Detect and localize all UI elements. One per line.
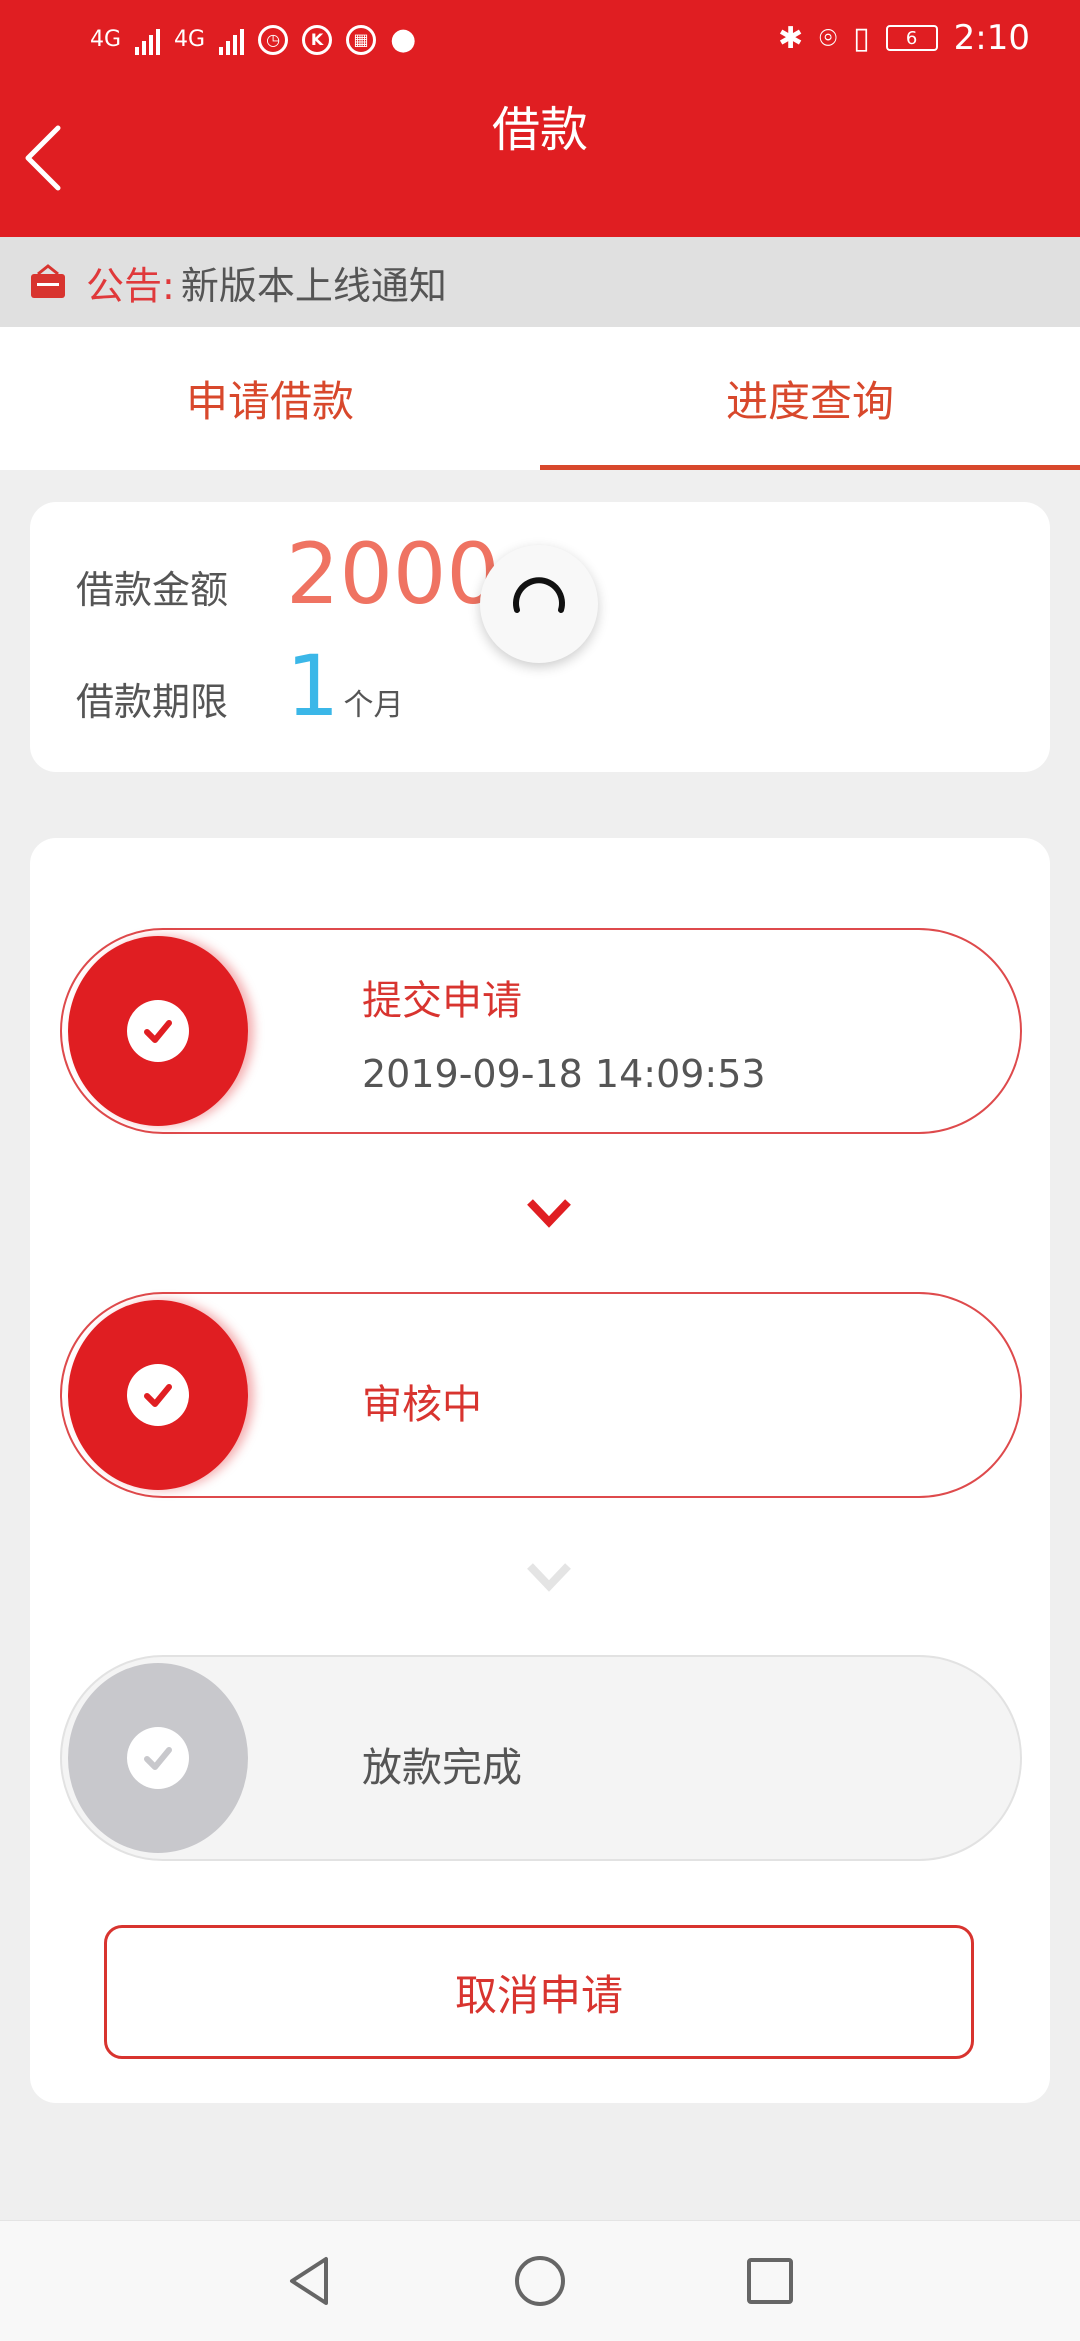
location-icon: ⌾ — [819, 20, 838, 56]
step-status-circle — [68, 936, 248, 1126]
status-bar: 4G 4G ◷ K ▦ ● ✱ ⌾ ▯ 6 2:10 — [0, 0, 1080, 84]
announcement-label: 公告: — [86, 263, 175, 308]
step-timestamp: 2019-09-18 14:09:53 — [362, 1052, 766, 1096]
step-title: 放款完成 — [362, 1745, 522, 1791]
chevron-down-icon — [527, 1199, 571, 1228]
nav-back-icon[interactable] — [280, 2251, 340, 2311]
bluetooth-icon: ✱ — [777, 20, 804, 56]
app-header: 4G 4G ◷ K ▦ ● ✱ ⌾ ▯ 6 2:10 借款 — [0, 0, 1080, 237]
signal-icon — [135, 25, 161, 55]
app-notification-icon: ▦ — [346, 24, 377, 55]
amount-label: 借款金额 — [76, 568, 229, 612]
nav-home-icon[interactable] — [510, 2251, 570, 2311]
step-status-circle — [68, 1663, 248, 1853]
announcement-bar[interactable]: 公告: 新版本上线通知 — [0, 237, 1080, 327]
check-icon — [144, 1384, 172, 1407]
check-icon — [144, 1747, 172, 1770]
announcement-text: 新版本上线通知 — [180, 263, 447, 308]
term-value: 1 — [286, 637, 340, 735]
tab-apply-loan[interactable]: 申请借款 — [0, 327, 540, 470]
step-title: 提交申请 — [362, 978, 522, 1024]
tab-progress-query[interactable]: 进度查询 — [540, 327, 1080, 470]
term-unit: 个月 — [343, 688, 404, 723]
chevron-down-icon — [527, 1563, 571, 1592]
vibrate-icon: ▯ — [853, 20, 870, 56]
loading-spinner — [480, 545, 598, 663]
amount-row: 借款金额 2000 元 — [76, 532, 534, 616]
page-title: 借款 — [491, 102, 588, 158]
step-title: 审核中 — [362, 1382, 482, 1428]
step-submit-application: 提交申请 2019-09-18 14:09:53 — [60, 928, 1022, 1134]
term-label: 借款期限 — [76, 680, 229, 724]
battery-icon: 6 — [885, 25, 938, 51]
status-time: 2:10 — [953, 18, 1030, 58]
announcement-icon — [31, 264, 65, 298]
nav-recents-icon[interactable] — [740, 2251, 800, 2311]
tab-bar: 申请借款 进度查询 — [0, 327, 1080, 470]
amount-value: 2000 — [286, 525, 500, 623]
step-status-circle — [68, 1300, 248, 1490]
step-under-review: 审核中 — [60, 1292, 1022, 1498]
k-app-icon: K — [302, 24, 333, 55]
step-loan-disbursed: 放款完成 — [60, 1655, 1022, 1861]
network-indicator-1: 4G — [90, 27, 122, 52]
alarm-icon: ◷ — [258, 24, 289, 55]
progress-card: 提交申请 2019-09-18 14:09:53 审核中 放款完成 取消申请 — [30, 838, 1050, 2103]
signal-icon-2 — [219, 25, 245, 55]
spinner-icon — [513, 577, 565, 613]
network-indicator-2: 4G — [174, 27, 206, 52]
chat-icon: ● — [390, 22, 417, 57]
term-row: 借款期限 1 个月 — [76, 644, 403, 728]
system-nav-bar — [0, 2220, 1080, 2341]
cancel-application-button[interactable]: 取消申请 — [104, 1925, 974, 2059]
check-icon — [144, 1020, 172, 1043]
